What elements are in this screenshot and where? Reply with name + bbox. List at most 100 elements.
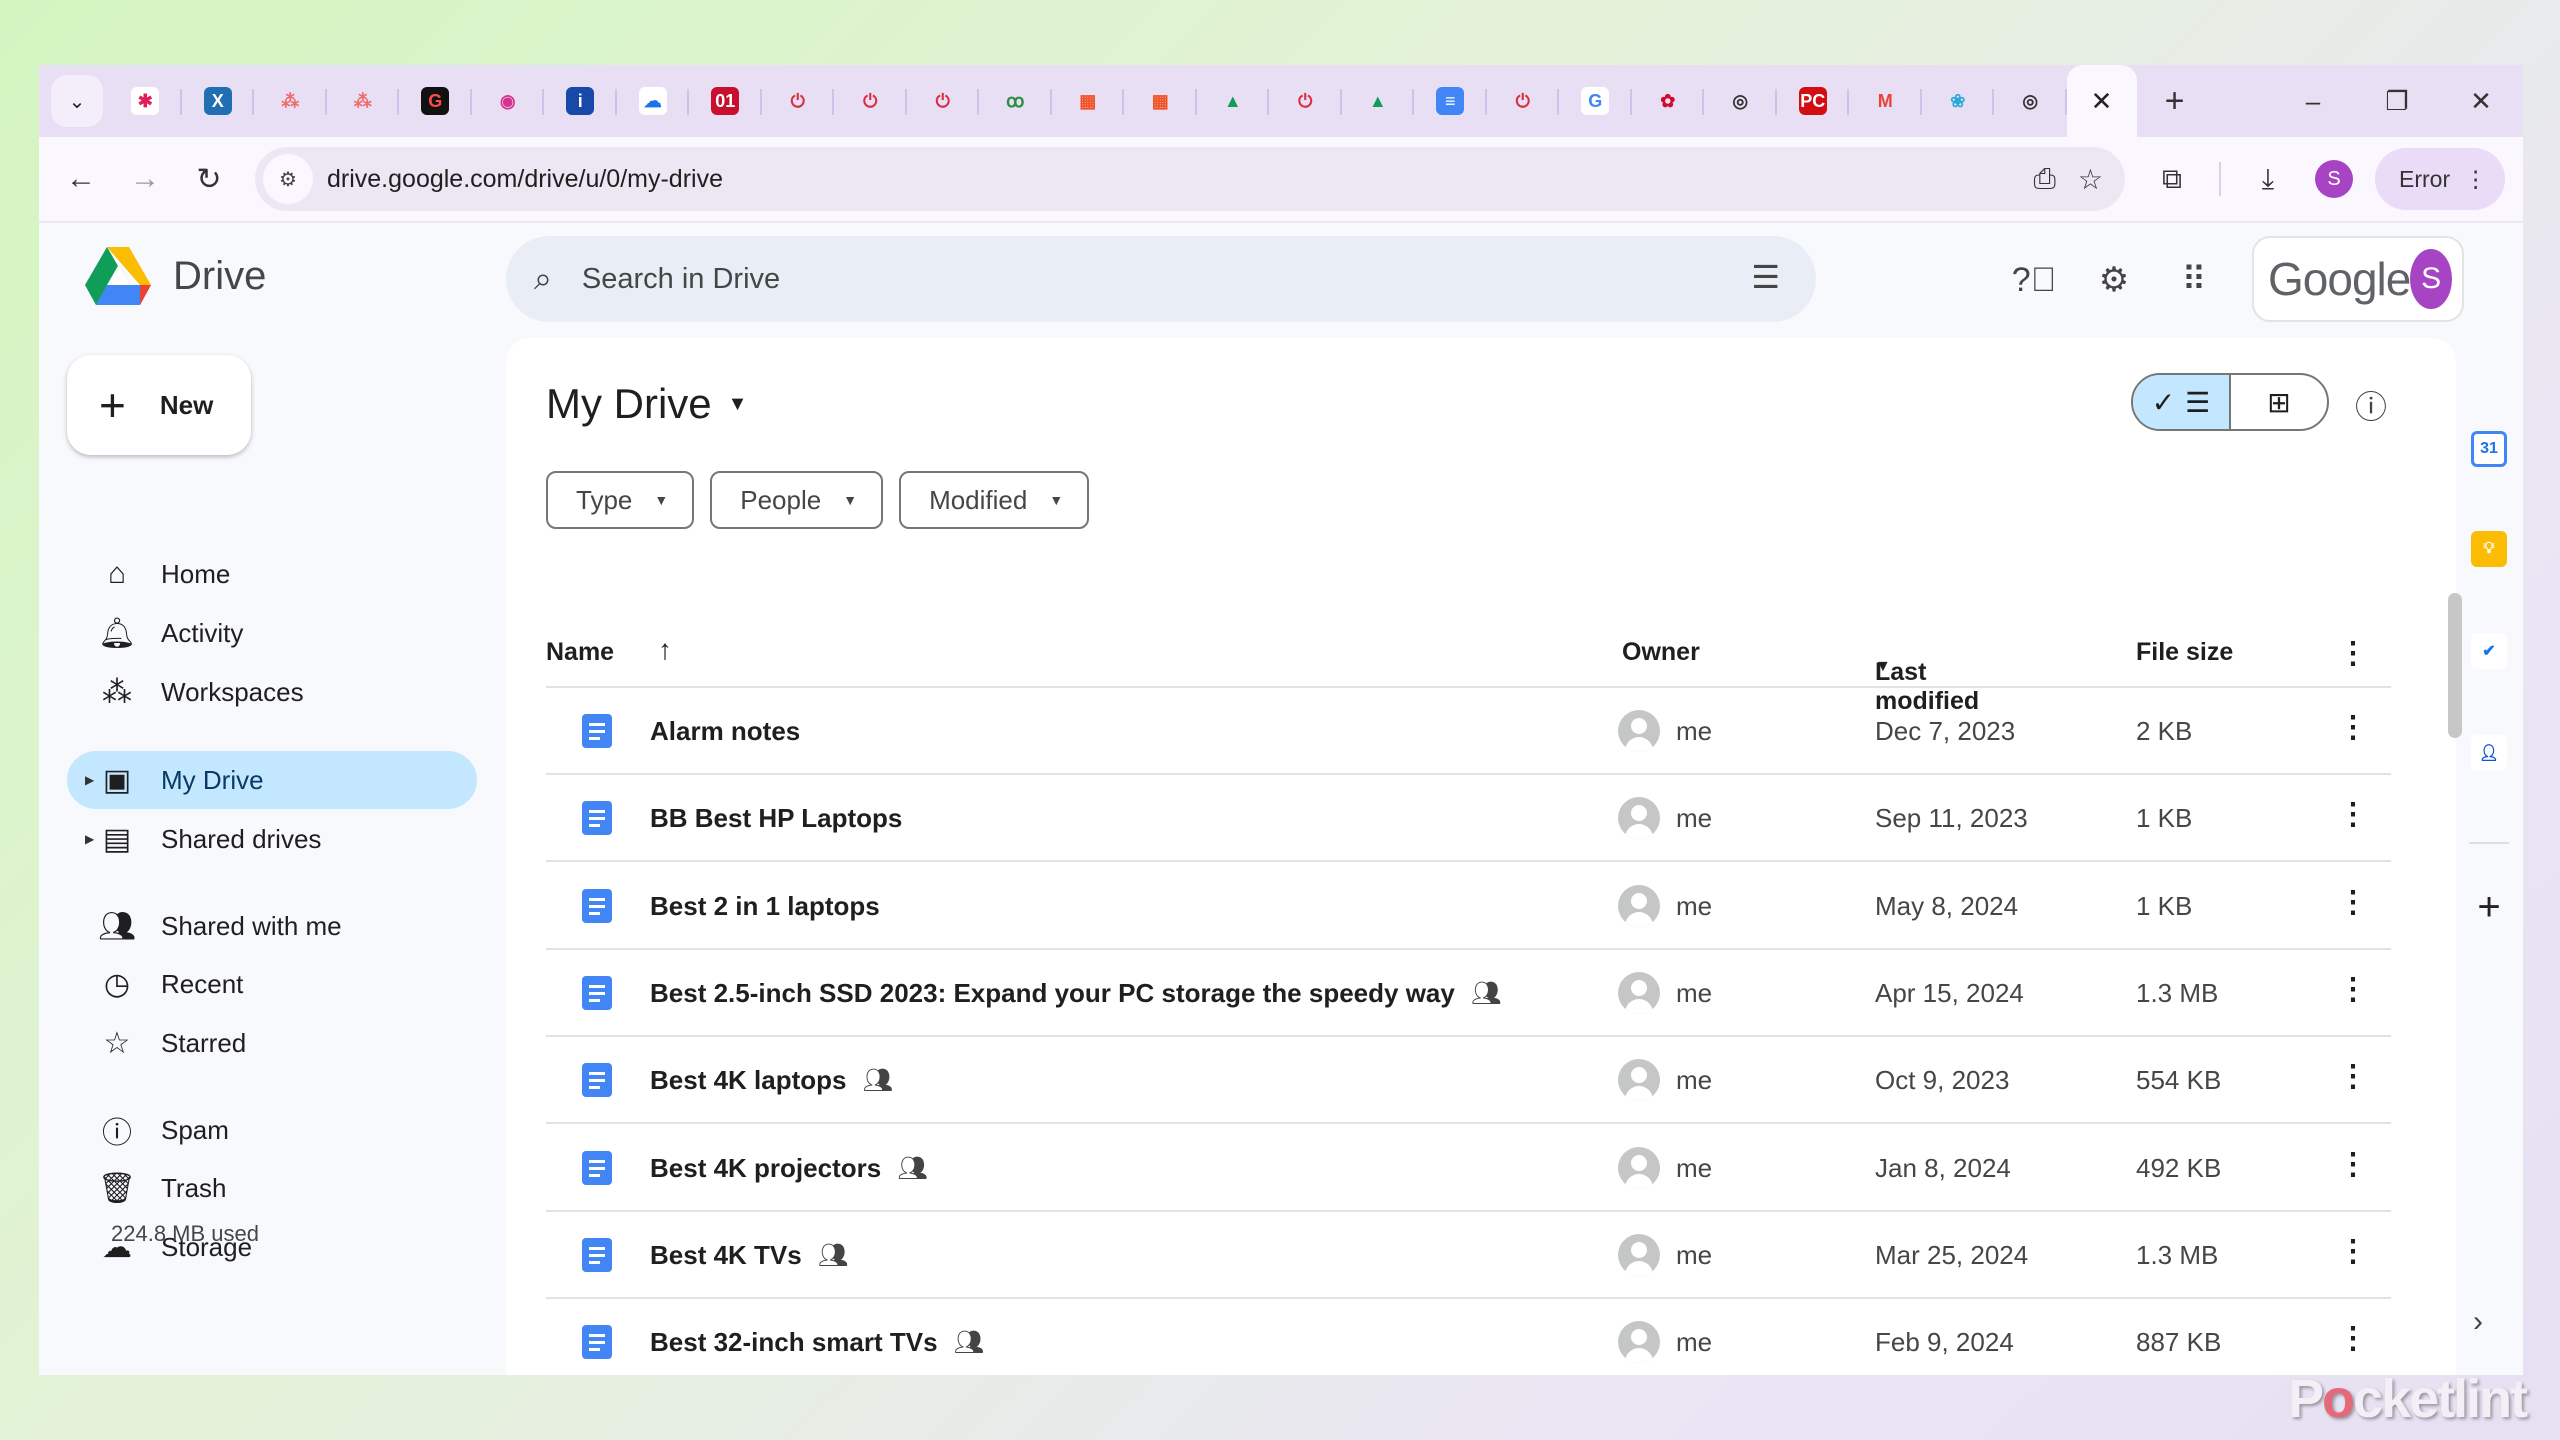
browser-tab[interactable]: ⏻ (762, 65, 835, 137)
column-options-icon[interactable]: ⋮ (2338, 636, 2368, 671)
browser-tab[interactable]: G (399, 65, 472, 137)
reload-button[interactable]: ↻ (177, 147, 241, 211)
browser-tab[interactable]: ⏻ (834, 65, 907, 137)
more-actions-icon[interactable]: ⋮ (2338, 1059, 2368, 1094)
tasks-icon[interactable]: ✔ (2471, 633, 2507, 669)
browser-tab[interactable]: ▲ (1197, 65, 1270, 137)
browser-tab[interactable]: ❀ (1922, 65, 1995, 137)
tab-search-button[interactable]: ⌄ (51, 75, 103, 127)
browser-tab[interactable]: ꝏ (979, 65, 1052, 137)
browser-tab[interactable]: ▲ (1342, 65, 1415, 137)
info-icon[interactable]: ⓘ (2355, 382, 2387, 428)
file-name[interactable]: Best 4K laptops 👥︎ (650, 1065, 893, 1096)
file-name[interactable]: Best 32-inch smart TVs 👥︎ (650, 1327, 984, 1358)
download-icon[interactable]: ⤓ (2243, 163, 2293, 196)
sidebar-item-spam[interactable]: ⓘ Spam (67, 1101, 477, 1159)
browser-tab[interactable]: ▦ (1052, 65, 1125, 137)
browser-tab[interactable]: 01 (689, 65, 762, 137)
sidebar-item-shared-drives[interactable]: ▶ ▤ Shared drives (67, 810, 477, 868)
forward-button[interactable]: → (113, 147, 177, 211)
file-name[interactable]: Best 4K projectors 👥︎ (650, 1153, 928, 1184)
file-row[interactable]: Best 2 in 1 laptops me May 8, 2024 1 KB ⋮ (546, 863, 2391, 950)
more-actions-icon[interactable]: ⋮ (2338, 972, 2368, 1007)
search-options-icon[interactable]: ☰ (1751, 258, 1780, 296)
more-actions-icon[interactable]: ⋮ (2338, 885, 2368, 920)
browser-tab[interactable]: ✿ (1632, 65, 1705, 137)
scrollbar-thumb[interactable] (2448, 593, 2462, 738)
restore-button[interactable]: ❐ (2355, 65, 2439, 137)
browser-tab[interactable]: ◎ (1994, 65, 2067, 137)
file-row[interactable]: Alarm notes me Dec 7, 2023 2 KB ⋮ (546, 688, 2391, 775)
browser-tab[interactable]: X (182, 65, 255, 137)
install-app-icon[interactable]: ⎙ (2033, 163, 2055, 196)
calendar-icon[interactable]: 31 (2471, 431, 2507, 467)
more-actions-icon[interactable]: ⋮ (2338, 797, 2368, 832)
file-name[interactable]: BB Best HP Laptops (650, 803, 902, 834)
bookmark-star-icon[interactable]: ☆ (2078, 163, 2103, 196)
browser-tab[interactable]: ✱ (109, 65, 182, 137)
sort-arrow-up-icon[interactable]: ↑ (658, 634, 672, 666)
file-name[interactable]: Best 2 in 1 laptops (650, 891, 880, 922)
active-tab[interactable]: ✕ (2066, 65, 2137, 137)
browser-profile-avatar[interactable]: S (2315, 160, 2353, 198)
browser-tab[interactable]: ≡ (1414, 65, 1487, 137)
file-row[interactable]: Best 4K laptops 👥︎ me Oct 9, 2023 554 KB ⋮ (546, 1037, 2391, 1125)
browser-tab[interactable]: M (1849, 65, 1922, 137)
column-name[interactable]: Name (546, 638, 614, 667)
sidebar-item-trash[interactable]: 🗑︎ Trash (67, 1159, 477, 1217)
close-window-button[interactable]: ✕ (2439, 65, 2523, 137)
browser-tab[interactable]: PC (1777, 65, 1850, 137)
drive-logo[interactable]: Drive (85, 247, 266, 305)
page-title-dropdown[interactable]: My Drive ▼ (546, 380, 747, 428)
file-row[interactable]: Best 2.5-inch SSD 2023: Expand your PC s… (546, 950, 2391, 1037)
file-row[interactable]: BB Best HP Laptops me Sep 11, 2023 1 KB ⋮ (546, 775, 2391, 863)
url-text[interactable]: drive.google.com/drive/u/0/my-drive (327, 165, 723, 194)
sidebar-item-recent[interactable]: ◷ Recent (67, 955, 477, 1013)
close-tab-icon[interactable]: ✕ (2091, 86, 2113, 117)
expand-side-panel-icon[interactable]: › (2463, 1305, 2493, 1339)
more-actions-icon[interactable]: ⋮ (2338, 1321, 2368, 1356)
more-actions-icon[interactable]: ⋮ (2338, 1234, 2368, 1269)
file-name[interactable]: Alarm notes (650, 716, 800, 747)
extensions-icon[interactable]: ⧉ (2147, 163, 2197, 196)
keep-icon[interactable]: 💡︎ (2471, 531, 2507, 567)
settings-gear-icon[interactable]: ⚙ (2089, 255, 2139, 305)
browser-tab[interactable]: ⏻ (907, 65, 980, 137)
new-button[interactable]: + New (67, 355, 251, 455)
expand-caret-icon[interactable]: ▶ (85, 832, 94, 846)
new-tab-button[interactable]: + (2155, 82, 2195, 121)
filter-people[interactable]: People ▼ (710, 471, 884, 529)
sidebar-item-activity[interactable]: 🔔︎ Activity (67, 604, 477, 662)
sidebar-item-my-drive[interactable]: ▶ ▣ My Drive (67, 751, 477, 809)
browser-tab[interactable]: ⁂ (327, 65, 400, 137)
file-row[interactable]: Best 4K projectors 👥︎ me Jan 8, 2024 492 KB ⋮ (546, 1125, 2391, 1212)
filter-modified[interactable]: Modified ▼ (899, 471, 1090, 529)
account-avatar[interactable]: S (2410, 249, 2452, 309)
back-button[interactable]: ← (49, 147, 113, 211)
more-actions-icon[interactable]: ⋮ (2338, 710, 2368, 745)
browser-tab[interactable]: ☁ (617, 65, 690, 137)
file-name[interactable]: Best 4K TVs 👥︎ (650, 1240, 848, 1271)
file-row[interactable]: Best 4K TVs 👥︎ me Mar 25, 2024 1.3 MB ⋮ (546, 1212, 2391, 1299)
browser-tab[interactable]: ◎ (1704, 65, 1777, 137)
more-actions-icon[interactable]: ⋮ (2338, 1147, 2368, 1182)
list-view-button[interactable]: ✓ ☰ (2133, 375, 2231, 429)
browser-tab[interactable]: i (544, 65, 617, 137)
search-icon[interactable]: ⌕ (534, 260, 552, 298)
address-bar[interactable]: ⚙ drive.google.com/drive/u/0/my-drive ⎙ … (255, 147, 2125, 211)
sidebar-item-home[interactable]: ⌂ Home (67, 545, 477, 603)
browser-tab[interactable]: ⏻ (1269, 65, 1342, 137)
browser-tab[interactable]: ▦ (1124, 65, 1197, 137)
minimize-button[interactable]: – (2271, 65, 2355, 137)
browser-tab[interactable]: ⏻ (1487, 65, 1560, 137)
file-name[interactable]: Best 2.5-inch SSD 2023: Expand your PC s… (650, 978, 1501, 1009)
contacts-icon[interactable]: 👤︎ (2471, 735, 2507, 771)
error-menu-button[interactable]: Error ⋮ (2375, 148, 2506, 210)
get-addons-button[interactable]: + (2469, 885, 2509, 930)
sidebar-item-workspaces[interactable]: ⁂ Workspaces (67, 663, 477, 721)
column-file-size[interactable]: File size (2136, 638, 2233, 667)
browser-tab[interactable]: ◉ (472, 65, 545, 137)
expand-caret-icon[interactable]: ▶ (85, 773, 94, 787)
help-icon[interactable]: ?⃝ (2009, 255, 2059, 305)
file-row[interactable]: Best 32-inch smart TVs 👥︎ me Feb 9, 2024 887… (546, 1299, 2391, 1375)
